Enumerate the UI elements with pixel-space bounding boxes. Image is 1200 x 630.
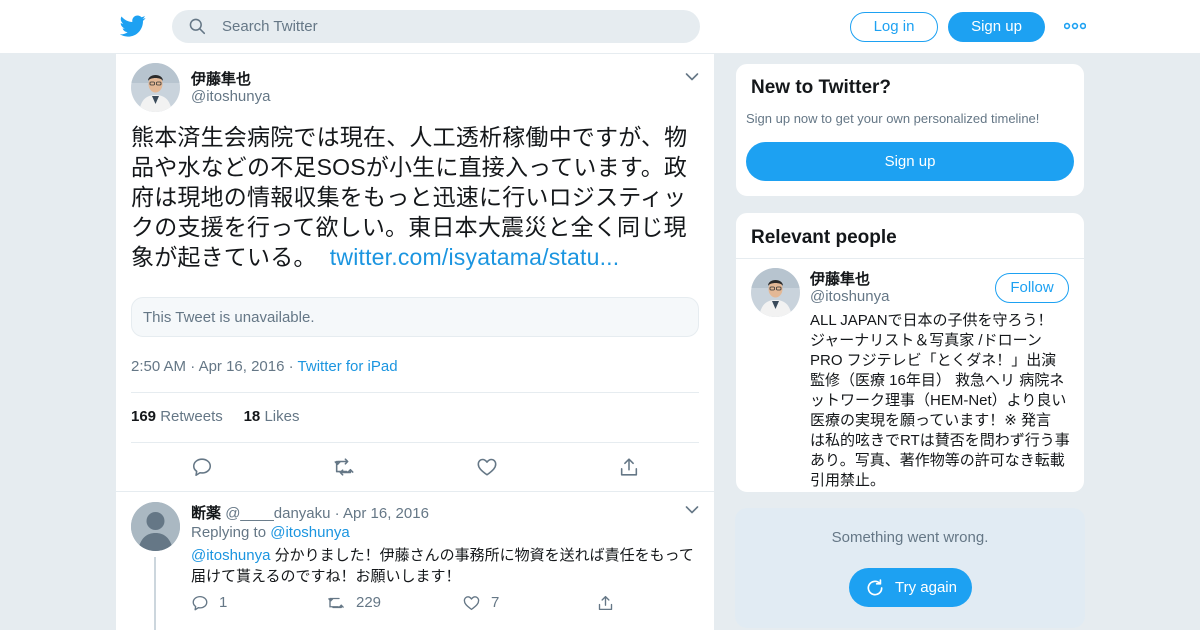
search-input[interactable] (222, 10, 682, 43)
likes-label: Likes (264, 408, 300, 425)
search-bar[interactable] (172, 10, 700, 43)
try-again-button[interactable]: Try again (849, 568, 972, 607)
bio-line: ットワーク理事（HEM-Net）より良い (810, 392, 1067, 409)
reply-date[interactable]: Apr 16, 2016 (343, 505, 429, 522)
reply-text-line2: 届けて貰えるのですね！お願いします！ (191, 568, 461, 585)
thread-connector (154, 557, 156, 630)
signup-button[interactable]: Sign up (948, 12, 1045, 42)
divider (736, 258, 1084, 259)
bio-line: 医療の実現を願っています！※ 発言 (810, 412, 1051, 429)
tweet-text: 熊本済生会病院では現在、人工透析稼働中ですが、物 品や水などの不足SOSが小生に… (131, 122, 706, 272)
divider (131, 392, 699, 393)
sidebar-signup-button[interactable]: Sign up (746, 142, 1074, 181)
retweets-count: 169 (131, 408, 157, 425)
tweet-column: 伊藤隼也 @itoshunya 熊本済生会病院では現在、人工透析稼働中ですが、物… (115, 54, 715, 630)
tweet-text-line: 象が起きている。 twitter.com/isyatama/statu... (131, 242, 706, 272)
relevant-person-handle[interactable]: @itoshunya (810, 288, 889, 305)
bio-line: ALL JAPANで日本の子供を守ろう！ (810, 312, 1053, 329)
separator-dot: · (334, 505, 344, 522)
reply-header: 断薬 @____danyaku · Apr 16, 2016 (191, 502, 429, 523)
reply-share-action[interactable] (596, 594, 625, 612)
divider (131, 442, 699, 443)
author-handle[interactable]: @itoshunya (191, 88, 270, 105)
reply-like-action[interactable]: 7 (462, 594, 499, 612)
bio-line: は私的呟きでRTは賛否を問わず行う事 (810, 432, 1070, 449)
new-to-twitter-card: New to Twitter? Sign up now to get your … (735, 63, 1085, 197)
top-navigation-bar: Log in Sign up (0, 0, 1200, 54)
more-options-icon[interactable] (1064, 18, 1086, 34)
tweet-date[interactable]: Apr 16, 2016 (199, 358, 285, 375)
card-title: New to Twitter? (751, 77, 892, 98)
separator-dot: · (190, 358, 199, 375)
author-avatar[interactable] (131, 63, 180, 112)
reply-icon (192, 595, 208, 611)
reply-text-line: @itoshunya 分かりました！伊藤さんの事務所に物資を送れば責任をもって (191, 545, 701, 566)
tweet-text-line-end: 象が起きている。 (131, 244, 317, 270)
tweet-text-line: クの支援を行って欲しい。東日本大震災と全く同じ現 (131, 214, 687, 240)
like-heart-icon[interactable] (476, 456, 498, 478)
bio-line: PRO フジテレビ「とくダネ！」出演 (810, 352, 1057, 369)
reply-mention-link[interactable]: @itoshunya (191, 547, 270, 564)
relevant-person-avatar[interactable] (751, 268, 800, 317)
reply-author-handle[interactable]: @____danyaku (225, 505, 330, 522)
reply-retweets-count: 229 (356, 594, 382, 611)
separator-dot: · (288, 358, 298, 375)
divider (116, 491, 714, 492)
refresh-icon (867, 579, 883, 596)
bio-line: ジャーナリスト＆写真家 /ドローン (810, 332, 1042, 349)
error-message: Something went wrong. (831, 529, 989, 546)
relevant-people-card: Relevant people 伊藤隼也 @itoshunya Follow A… (735, 212, 1085, 493)
default-profile-icon (131, 502, 180, 551)
bio-line: 引用禁止。 (810, 472, 886, 489)
try-again-label: Try again (895, 579, 957, 596)
tweet-stats: 169 Retweets 18 Likes (131, 408, 299, 425)
retweets-stat[interactable]: 169 Retweets (131, 408, 223, 425)
retweet-icon (328, 597, 344, 609)
reply-text: @itoshunya 分かりました！伊藤さんの事務所に物資を送れば責任をもって … (191, 545, 701, 587)
tweet-metadata: 2:50 AM · Apr 16, 2016 · Twitter for iPa… (131, 358, 398, 375)
reply-retweet-action[interactable]: 229 (326, 594, 381, 612)
replying-to-mention[interactable]: @itoshunya (270, 524, 349, 541)
tweet-text-line: 府は現地の情報収集をもっと迅速に行いロジスティッ (131, 184, 687, 210)
bio-line: 監修（医療 16年目） 救急ヘリ 病院ネ (810, 372, 1065, 389)
reply-icon[interactable] (191, 456, 213, 478)
like-heart-icon (463, 596, 480, 611)
card-title: Relevant people (751, 227, 897, 248)
relevant-person-bio: ALL JAPANで日本の子供を守ろう！ ジャーナリスト＆写真家 /ドローン P… (810, 311, 1074, 491)
author-name[interactable]: 伊藤隼也 (191, 68, 251, 89)
reply-text-line1: 分かりました！伊藤さんの事務所に物資を送れば責任をもって (274, 547, 694, 564)
reply-reply-action[interactable]: 1 (191, 594, 227, 612)
tweet-text-line: 熊本済生会病院では現在、人工透析稼働中ですが、物 (131, 124, 688, 150)
chevron-down-icon[interactable] (685, 505, 699, 515)
replying-to: Replying to @itoshunya (191, 524, 350, 541)
author-photo-icon (751, 268, 800, 317)
retweet-icon[interactable] (333, 456, 355, 478)
bio-line: あり。写真、著作物等の許可なき転載 (810, 452, 1065, 469)
chevron-down-icon[interactable] (685, 72, 699, 82)
share-icon (598, 595, 613, 611)
card-subtitle: Sign up now to get your own personalized… (746, 111, 1040, 126)
reply-replies-count: 1 (219, 594, 228, 611)
follow-button[interactable]: Follow (995, 273, 1069, 303)
retweets-label: Retweets (160, 408, 223, 425)
login-button[interactable]: Log in (850, 12, 938, 42)
search-icon (189, 18, 206, 35)
replying-to-prefix: Replying to (191, 524, 267, 541)
tweet-text-line: 品や水などの不足SOSが小生に直接入っています。政 (131, 154, 688, 180)
error-card: Something went wrong. Try again (735, 508, 1085, 628)
reply-likes-count: 7 (491, 594, 500, 611)
likes-stat[interactable]: 18 Likes (244, 408, 300, 425)
tweet-time[interactable]: 2:50 AM (131, 358, 186, 375)
quoted-tweet-unavailable: This Tweet is unavailable. (131, 297, 699, 337)
tweet-source[interactable]: Twitter for iPad (298, 358, 398, 375)
likes-count: 18 (243, 408, 261, 425)
reply-author-avatar[interactable] (131, 502, 180, 551)
tweet-link[interactable]: twitter.com/isyatama/statu... (330, 244, 620, 270)
share-icon[interactable] (618, 456, 640, 478)
author-photo-icon (131, 63, 180, 112)
reply-author-name[interactable]: 断薬 (191, 505, 221, 522)
twitter-bird-icon[interactable] (120, 13, 146, 39)
relevant-person-name[interactable]: 伊藤隼也 (810, 268, 870, 289)
